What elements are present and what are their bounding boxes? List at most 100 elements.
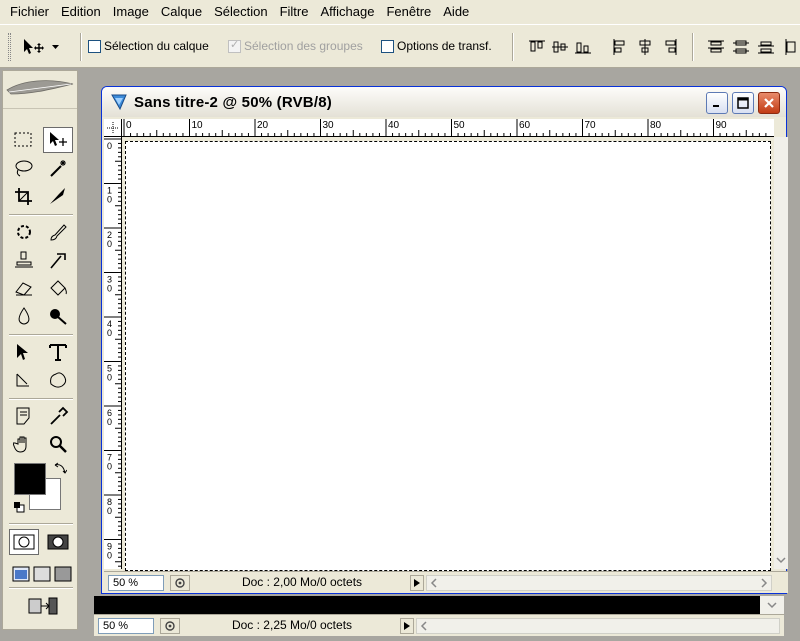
default-colors-icon[interactable] [13,501,25,513]
zoom-field[interactable]: 50 % [108,575,164,591]
transform-options-checkbox[interactable]: Options de transf. [381,39,492,53]
magic-wand-tool[interactable] [43,155,73,181]
custom-shape-icon [50,372,67,388]
background-document-scrollbar[interactable] [760,596,784,614]
eraser-icon [15,282,32,296]
auto-select-layer-checkbox[interactable]: Sélection du calque [88,39,209,53]
screen-mode-standard-icon[interactable] [12,566,30,582]
distribute-top-button[interactable] [706,37,726,57]
status-arrow-button[interactable] [410,575,424,591]
crop-tool[interactable] [9,183,39,209]
brush-tool[interactable] [43,219,73,245]
align-vcenter-button[interactable] [550,37,570,57]
clone-stamp-tool[interactable] [9,247,39,273]
scroll-left-icon[interactable] [429,578,439,588]
options-bar-grip[interactable] [8,33,11,61]
background-document-canvas[interactable] [94,596,784,614]
close-button[interactable] [758,92,780,114]
background-zoom-field[interactable]: 50 % [98,618,154,634]
menu-affichage[interactable]: Affichage [314,0,380,24]
align-right-icon [665,39,677,55]
align-top-button[interactable] [527,37,547,57]
paint-bucket-tool[interactable] [43,275,73,301]
slice-tool[interactable] [43,183,73,209]
document-size-info: Doc : 2,00 Mo/0 octets [241,575,363,589]
quick-mask-button[interactable] [43,529,73,555]
scroll-left-icon[interactable] [419,621,429,631]
distribute-vcenter-button[interactable] [731,37,751,57]
move-tool[interactable] [43,127,73,153]
align-hcenter-button[interactable] [635,37,655,57]
ruler-label: 0 [107,551,112,561]
dodge-tool[interactable] [43,303,73,329]
foreground-color-swatch[interactable] [14,463,46,495]
photoshop-document-icon [111,94,127,111]
image-canvas[interactable] [125,141,771,571]
background-horizontal-scrollbar[interactable] [416,618,780,634]
marquee-tool[interactable] [9,127,39,153]
pen-tool[interactable] [9,367,39,393]
scroll-down-icon[interactable] [776,555,786,565]
screen-mode-full-icon[interactable] [54,566,72,582]
horizontal-scrollbar[interactable] [426,575,772,591]
menu-filtre[interactable]: Filtre [274,0,315,24]
distribute-vertical-center-icon [733,40,749,54]
checkbox-box[interactable] [381,39,394,53]
blur-tool[interactable] [9,303,39,329]
tool-preset-picker[interactable] [22,37,72,57]
vertical-ruler[interactable]: 0102030405060708090 [104,137,122,569]
toolbox-panel [2,70,78,630]
standard-mode-button[interactable] [9,529,39,555]
ruler-label: 0 [107,284,112,294]
align-left-button[interactable] [610,37,630,57]
zoom-tool[interactable] [43,431,73,457]
menu-image[interactable]: Image [107,0,155,24]
text-tool[interactable] [43,339,73,365]
checkbox-box[interactable] [88,39,101,53]
arrow-right-icon [404,622,410,630]
maximize-button[interactable] [732,92,754,114]
healing-brush-tool[interactable] [9,219,39,245]
distribute-bottom-button[interactable] [756,37,776,57]
align-right-button[interactable] [660,37,680,57]
notes-tool[interactable] [9,403,39,429]
screen-mode-menu-icon[interactable] [33,566,51,582]
menu-selection[interactable]: Sélection [208,0,273,24]
distribute-left-icon [785,39,796,55]
swap-colors-icon[interactable] [53,461,67,475]
align-bottom-button[interactable] [573,37,593,57]
menu-edition[interactable]: Edition [55,0,107,24]
status-menu-button[interactable] [170,575,190,591]
move-tool-icon [24,39,44,54]
menu-fenetre[interactable]: Fenêtre [380,0,437,24]
vertical-scrollbar[interactable] [774,137,788,569]
align-vertical-center-icon [552,41,568,53]
jump-to-imageready-button[interactable] [23,593,63,619]
path-selection-tool[interactable] [9,339,39,365]
background-status-arrow-button[interactable] [400,618,414,634]
minimize-button[interactable] [706,92,728,114]
checkbox-box[interactable] [228,38,241,53]
menu-calque[interactable]: Calque [155,0,208,24]
toolbox-header[interactable] [3,71,77,109]
chevron-down-icon [52,44,59,49]
auto-select-groups-checkbox[interactable]: Sélection des groupes [228,38,363,53]
scroll-right-icon[interactable] [759,578,769,588]
eraser-tool[interactable] [9,275,39,301]
hand-tool[interactable] [9,431,39,457]
menu-aide[interactable]: Aide [437,0,475,24]
horizontal-ruler[interactable]: 0 10 20 30 40 50 60 70 80 90 [122,119,774,137]
move-tool-icon [50,132,67,146]
eyedropper-tool[interactable] [43,403,73,429]
scroll-down-icon[interactable] [767,600,777,610]
transform-options-label: Options de transf. [397,39,492,53]
lasso-tool[interactable] [9,155,39,181]
document-titlebar[interactable]: Sans titre-2 @ 50% (RVB/8) [102,87,786,117]
distribute-left-button[interactable] [782,37,800,57]
custom-shape-tool[interactable] [43,367,73,393]
history-brush-tool[interactable] [43,247,73,273]
ruler-origin[interactable] [104,119,122,137]
menu-fichier[interactable]: Fichier [4,0,55,24]
note-icon [16,407,30,425]
background-status-menu-button[interactable] [160,618,180,634]
